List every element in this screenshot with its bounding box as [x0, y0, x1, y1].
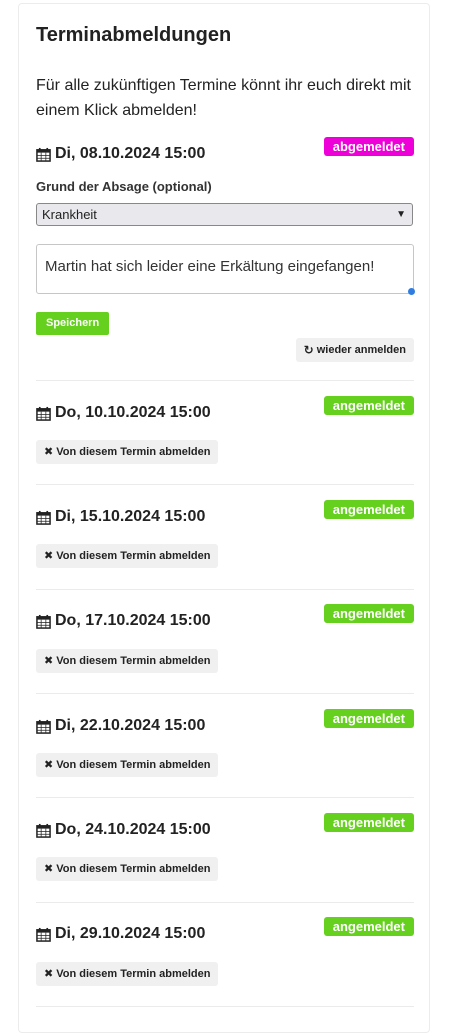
unregister-button[interactable]: ✖ Von diesem Termin abmelden — [36, 649, 219, 673]
appointment-entry: Do, 24.10.2024 15:00 angemeldet ✖ Von di… — [36, 813, 414, 881]
appointment-entry: Di, 08.10.2024 15:00 abgemeldet — [36, 137, 414, 167]
unregister-button[interactable]: ✖ Von diesem Termin abmelden — [36, 753, 219, 777]
status-badge: angemeldet — [323, 917, 414, 936]
divider — [36, 380, 414, 381]
close-icon: ✖ — [44, 968, 54, 980]
appointment-date: Do, 10.10.2024 15:00 — [36, 400, 211, 426]
unregister-button[interactable]: ✖ Von diesem Termin abmelden — [36, 440, 219, 464]
appointment-date: Di, 29.10.2024 15:00 — [36, 921, 205, 947]
unregister-label: Von diesem Termin abmelden — [56, 655, 211, 667]
appointment-date: Do, 24.10.2024 15:00 — [36, 817, 211, 843]
calendar-icon — [36, 823, 51, 838]
appointment-entry: Di, 15.10.2024 15:00 angemeldet ✖ Von di… — [36, 500, 414, 568]
refresh-icon: ↻ — [303, 343, 314, 357]
status-badge: angemeldet — [323, 709, 414, 728]
divider — [36, 484, 414, 485]
status-badge: angemeldet — [323, 396, 414, 415]
unregister-label: Von diesem Termin abmelden — [56, 446, 211, 458]
unregister-button[interactable]: ✖ Von diesem Termin abmelden — [36, 544, 219, 568]
reregister-button[interactable]: ↻ wieder anmelden — [295, 338, 414, 362]
reason-label: Grund der Absage (optional) — [36, 179, 212, 194]
page-title: Terminabmeldungen — [36, 24, 232, 46]
calendar-icon — [36, 510, 51, 525]
date-label: Di, 08.10.2024 15:00 — [55, 145, 206, 162]
calendar-icon — [36, 614, 51, 629]
divider — [36, 1006, 414, 1007]
close-icon: ✖ — [44, 446, 54, 458]
unregister-button[interactable]: ✖ Von diesem Termin abmelden — [36, 857, 219, 881]
divider — [36, 902, 414, 903]
reason-select[interactable]: Krankheit ▼ — [36, 203, 413, 226]
divider — [36, 589, 414, 590]
appointment-date: Do, 17.10.2024 15:00 — [36, 608, 211, 634]
comment-textarea[interactable]: Martin hat sich leider eine Erkältung ei… — [36, 244, 415, 295]
date-label: Do, 24.10.2024 15:00 — [55, 821, 211, 838]
close-icon: ✖ — [44, 759, 54, 771]
calendar-icon — [36, 406, 51, 421]
appointment-date: Di, 08.10.2024 15:00 — [36, 141, 205, 167]
calendar-icon — [36, 927, 51, 942]
status-badge: angemeldet — [323, 500, 414, 519]
appointment-date: Di, 15.10.2024 15:00 — [36, 504, 205, 530]
date-label: Do, 17.10.2024 15:00 — [55, 612, 211, 629]
resize-handle[interactable] — [408, 288, 415, 295]
date-label: Di, 29.10.2024 15:00 — [55, 925, 206, 942]
calendar-icon — [36, 147, 51, 162]
unregister-label: Von diesem Termin abmelden — [56, 968, 211, 980]
reason-selected-value: Krankheit — [42, 207, 97, 222]
save-button[interactable]: Speichern — [36, 312, 110, 335]
appointment-entry: Di, 29.10.2024 15:00 angemeldet ✖ Von di… — [36, 917, 414, 986]
date-label: Di, 15.10.2024 15:00 — [55, 508, 206, 525]
appointment-entry: Di, 22.10.2024 15:00 angemeldet ✖ Von di… — [36, 709, 414, 777]
appointment-entry: Do, 17.10.2024 15:00 angemeldet ✖ Von di… — [36, 604, 414, 673]
unregister-button[interactable]: ✖ Von diesem Termin abmelden — [36, 962, 219, 986]
close-icon: ✖ — [44, 863, 54, 875]
appointment-date: Di, 22.10.2024 15:00 — [36, 713, 205, 739]
divider — [36, 693, 414, 694]
unregister-label: Von diesem Termin abmelden — [56, 863, 211, 875]
reregister-label: wieder anmelden — [316, 344, 406, 356]
date-label: Di, 22.10.2024 15:00 — [55, 717, 206, 734]
appointment-entry: Do, 10.10.2024 15:00 angemeldet ✖ Von di… — [36, 396, 414, 464]
unregister-label: Von diesem Termin abmelden — [56, 759, 211, 771]
chevron-down-icon: ▼ — [396, 209, 406, 220]
intro-text: Für alle zukünftigen Termine könnt ihr e… — [36, 77, 411, 119]
divider — [36, 797, 414, 798]
close-icon: ✖ — [44, 655, 54, 667]
status-badge: angemeldet — [323, 813, 414, 832]
date-label: Do, 10.10.2024 15:00 — [55, 404, 211, 421]
calendar-icon — [36, 719, 51, 734]
unregister-label: Von diesem Termin abmelden — [56, 550, 211, 562]
comment-text: Martin hat sich leider eine Erkältung ei… — [45, 258, 375, 275]
status-badge: angemeldet — [323, 604, 414, 623]
close-icon: ✖ — [44, 550, 54, 562]
status-badge: abgemeldet — [323, 137, 414, 156]
termin-card: Terminabmeldungen Für alle zukünftigen T… — [18, 3, 430, 1033]
